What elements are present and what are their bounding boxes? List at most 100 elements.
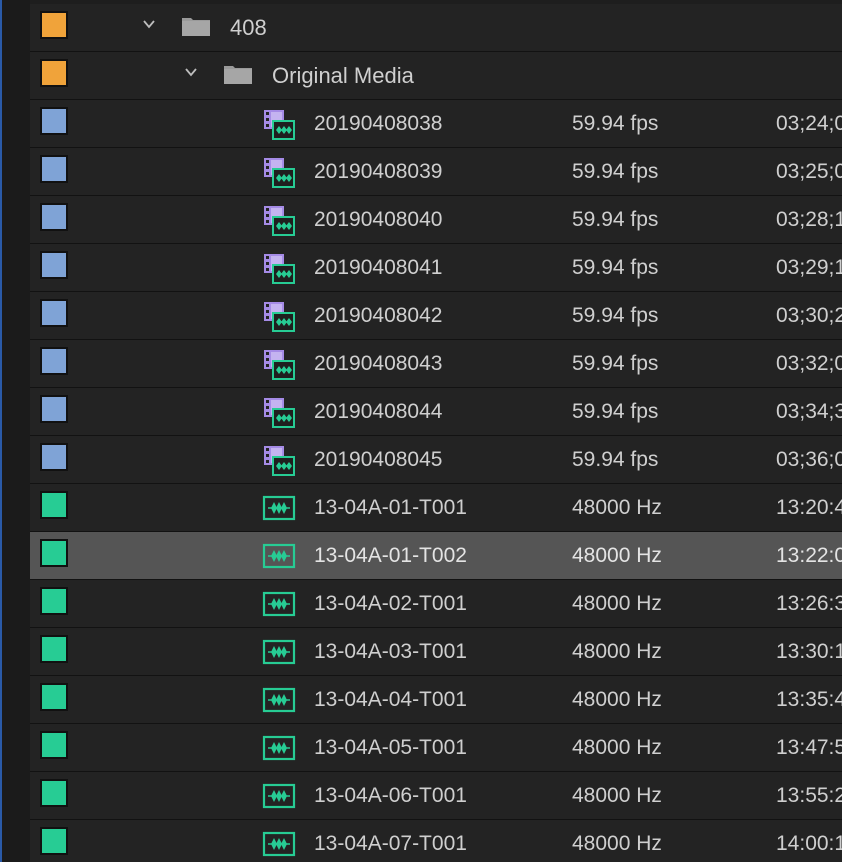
label-color-swatch[interactable] [40,539,68,567]
media-rate: 59.94 fps [572,160,659,183]
audio-clip-icon [262,735,296,761]
media-rate: 48000 Hz [572,544,662,567]
media-item-row[interactable]: 20190408043 59.94 fps 03;32;0 [30,340,842,388]
media-item-row[interactable]: 13-04A-05-T001 48000 Hz 13:47:5 [30,724,842,772]
project-panel: 408 Original Media 20190408038 59.94 fps 0… [0,0,842,862]
audio-clip-icon [262,687,296,713]
media-item-row[interactable]: 20190408040 59.94 fps 03;28;1 [30,196,842,244]
label-color-swatch[interactable] [40,827,68,855]
media-item-row[interactable]: 20190408041 59.94 fps 03;29;1 [30,244,842,292]
media-start-timecode: 13:30:1 [776,640,842,663]
clip-name[interactable]: 20190408039 [314,148,442,195]
media-start-timecode: 03;30;2 [776,304,842,327]
media-rate: 48000 Hz [572,784,662,807]
label-color-swatch[interactable] [40,731,68,759]
media-item-row[interactable]: 20190408045 59.94 fps 03;36;0 [30,436,842,484]
clip-name[interactable]: 20190408044 [314,388,442,435]
media-rate: 59.94 fps [572,112,659,135]
media-rate: 48000 Hz [572,592,662,615]
media-start-timecode: 03;32;0 [776,352,842,375]
audio-clip-icon [262,591,296,617]
media-rate: 59.94 fps [572,208,659,231]
clip-name[interactable]: 13-04A-07-T001 [314,820,467,862]
media-item-row[interactable]: 20190408038 59.94 fps 03;24;0 [30,100,842,148]
label-color-swatch[interactable] [40,59,68,87]
audio-clip-icon [262,495,296,521]
clip-name[interactable]: 20190408040 [314,196,442,243]
media-rate: 48000 Hz [572,736,662,759]
media-rate: 59.94 fps [572,400,659,423]
video-audio-clip-icon [264,302,295,332]
label-color-swatch[interactable] [40,443,68,471]
clip-name[interactable]: 13-04A-01-T002 [314,532,467,579]
media-start-timecode: 13:26:3 [776,592,842,615]
media-rate: 48000 Hz [572,640,662,663]
bin-name[interactable]: 408 [230,4,267,51]
label-color-swatch[interactable] [40,11,68,39]
clip-name[interactable]: 13-04A-01-T001 [314,484,467,531]
clip-name[interactable]: 13-04A-02-T001 [314,580,467,627]
clip-name[interactable]: 13-04A-03-T001 [314,628,467,675]
media-item-row[interactable]: 20190408039 59.94 fps 03;25;0 [30,148,842,196]
media-item-row[interactable]: 13-04A-04-T001 48000 Hz 13:35:4 [30,676,842,724]
label-color-swatch[interactable] [40,683,68,711]
media-item-row[interactable]: 13-04A-03-T001 48000 Hz 13:30:1 [30,628,842,676]
clip-name[interactable]: 20190408041 [314,244,442,291]
media-rate: 59.94 fps [572,304,659,327]
media-rate: 59.94 fps [572,352,659,375]
label-color-swatch[interactable] [40,107,68,135]
clip-name[interactable]: 13-04A-04-T001 [314,676,467,723]
label-color-swatch[interactable] [40,203,68,231]
video-audio-clip-icon [264,158,295,188]
media-start-timecode: 03;36;0 [776,448,842,471]
media-start-timecode: 13:20:4 [776,496,842,519]
media-start-timecode: 13:35:4 [776,688,842,711]
label-color-swatch[interactable] [40,779,68,807]
media-item-row[interactable]: 20190408042 59.94 fps 03;30;2 [30,292,842,340]
label-color-swatch[interactable] [40,587,68,615]
label-color-swatch[interactable] [40,635,68,663]
media-start-timecode: 13:55:2 [776,784,842,807]
video-audio-clip-icon [264,254,295,284]
media-item-row[interactable]: 13-04A-01-T001 48000 Hz 13:20:4 [30,484,842,532]
clip-name[interactable]: 20190408038 [314,100,442,147]
media-item-row[interactable]: 20190408044 59.94 fps 03;34;3 [30,388,842,436]
video-audio-clip-icon [264,398,295,428]
media-start-timecode: 13:22:0 [776,544,842,567]
chevron-down-icon[interactable] [142,17,156,31]
panel-gutter [2,0,30,862]
media-item-row[interactable]: 13-04A-07-T001 48000 Hz 14:00:1 [30,820,842,862]
label-color-swatch[interactable] [40,155,68,183]
label-color-swatch[interactable] [40,347,68,375]
media-start-timecode: 03;34;3 [776,400,842,423]
video-audio-clip-icon [264,110,295,140]
clip-name[interactable]: 13-04A-06-T001 [314,772,467,819]
audio-clip-icon [262,639,296,665]
media-rate: 48000 Hz [572,496,662,519]
clip-name[interactable]: 20190408042 [314,292,442,339]
audio-clip-icon [262,543,296,569]
folder-icon [182,18,210,36]
chevron-down-icon[interactable] [184,65,198,79]
media-start-timecode: 03;29;1 [776,256,842,279]
media-item-row[interactable]: 13-04A-02-T001 48000 Hz 13:26:3 [30,580,842,628]
bin-name[interactable]: Original Media [272,52,414,99]
media-start-timecode: 14:00:1 [776,832,842,855]
audio-clip-icon [262,783,296,809]
label-color-swatch[interactable] [40,251,68,279]
clip-name[interactable]: 13-04A-05-T001 [314,724,467,771]
bin-row[interactable]: 408 [30,4,842,52]
label-color-swatch[interactable] [40,299,68,327]
label-color-swatch[interactable] [40,395,68,423]
media-item-row[interactable]: 13-04A-01-T002 48000 Hz 13:22:0 [30,532,842,580]
media-start-timecode: 03;28;1 [776,208,842,231]
media-item-row[interactable]: 13-04A-06-T001 48000 Hz 13:55:2 [30,772,842,820]
video-audio-clip-icon [264,446,295,476]
media-rate: 59.94 fps [572,256,659,279]
media-rate: 48000 Hz [572,688,662,711]
bin-row[interactable]: Original Media [30,52,842,100]
media-start-timecode: 03;25;0 [776,160,842,183]
label-color-swatch[interactable] [40,491,68,519]
clip-name[interactable]: 20190408043 [314,340,442,387]
clip-name[interactable]: 20190408045 [314,436,442,483]
